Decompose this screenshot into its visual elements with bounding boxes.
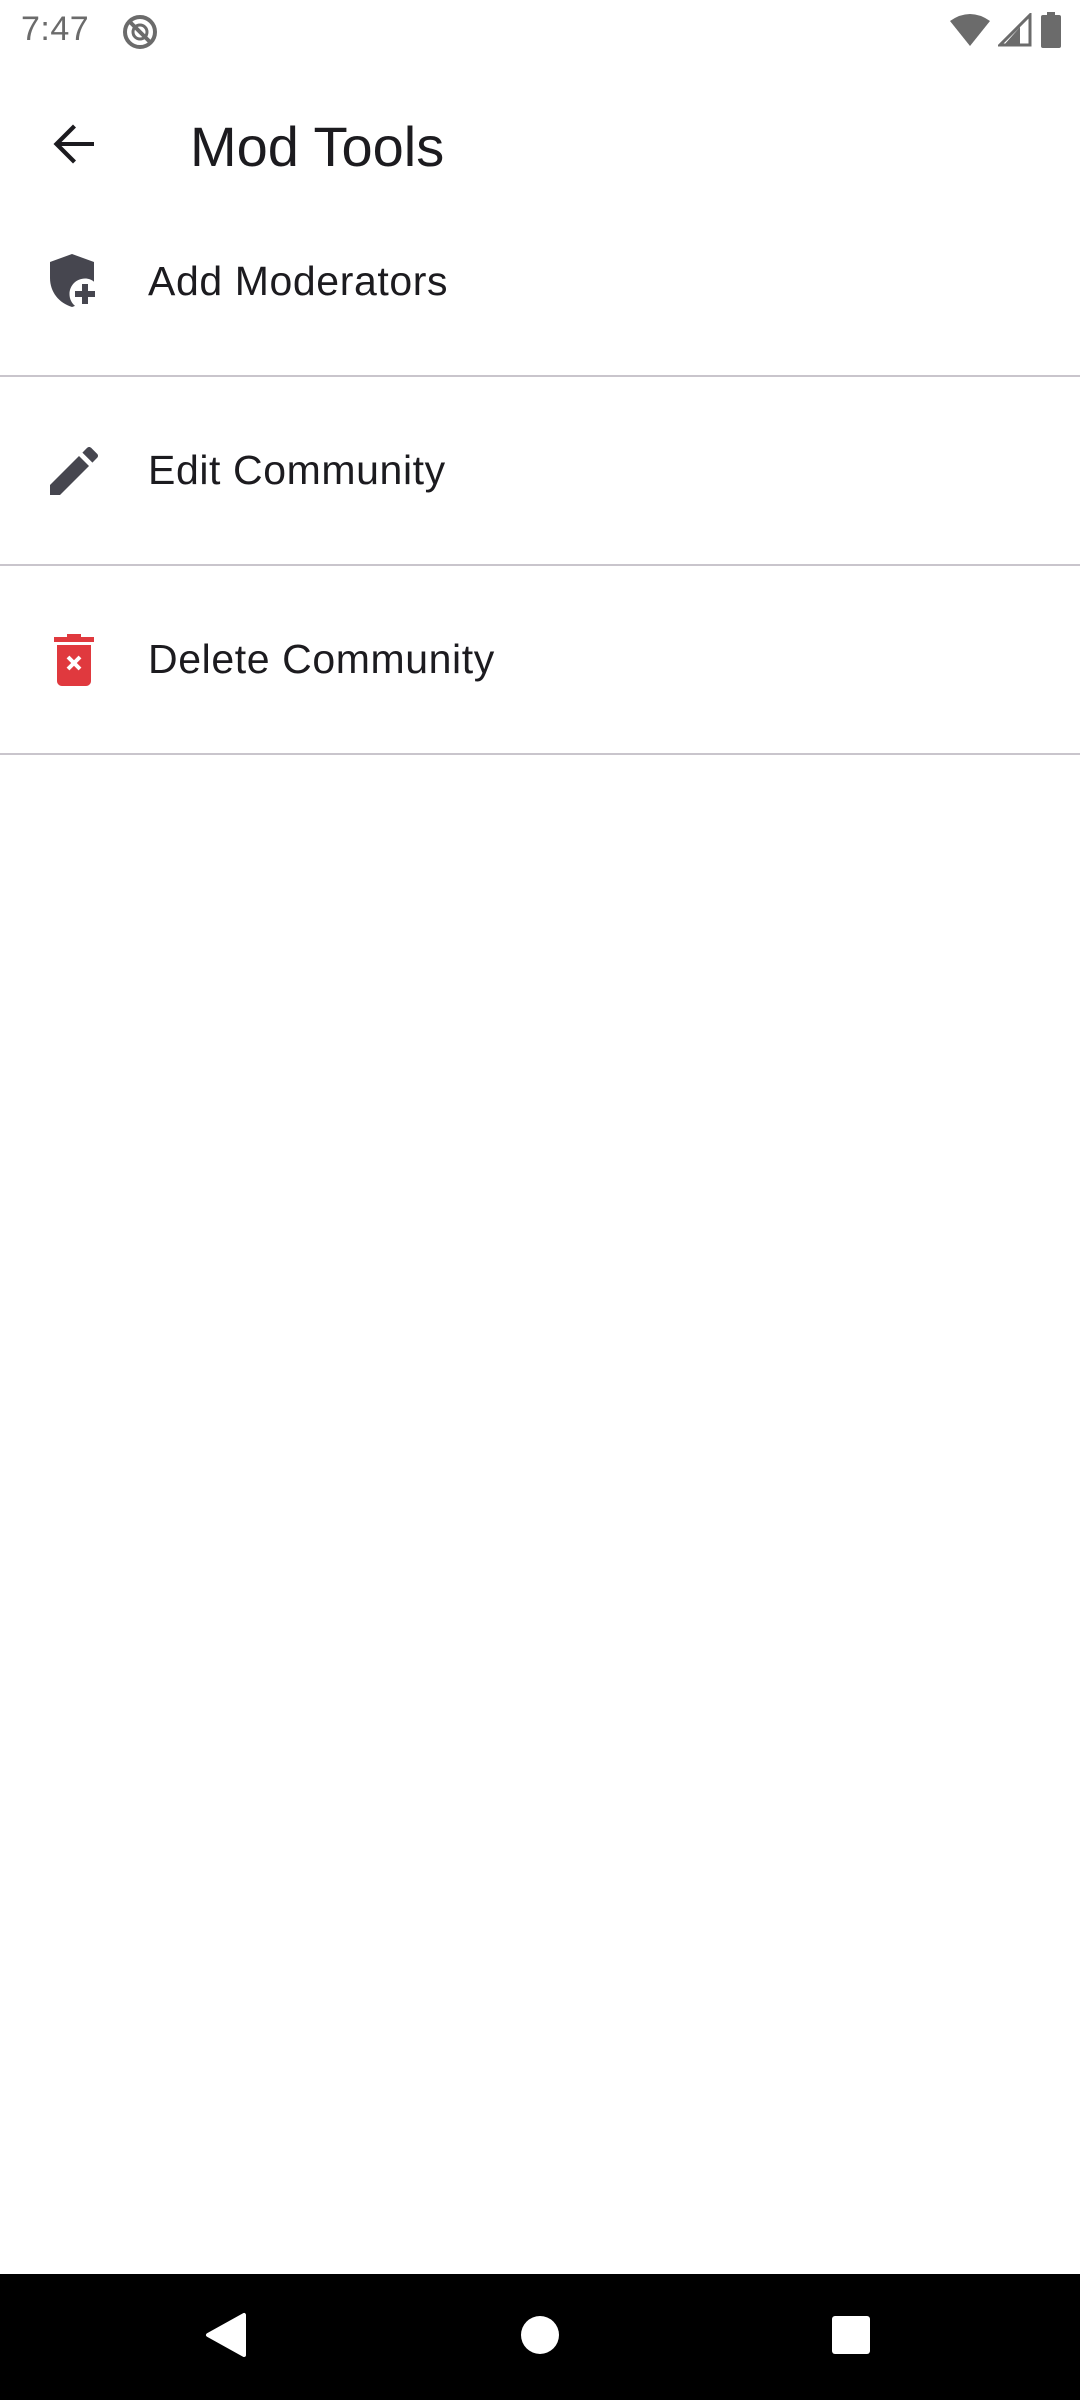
nav-back-button[interactable]	[186, 2297, 266, 2377]
arrow-back-icon	[50, 120, 98, 173]
trash-x-icon	[44, 630, 104, 690]
nav-recents-icon	[830, 2314, 872, 2361]
back-button[interactable]	[28, 100, 120, 192]
nav-back-icon	[204, 2311, 248, 2364]
tool-label-edit-community: Edit Community	[148, 447, 446, 493]
tool-label-delete-community: Delete Community	[148, 636, 495, 682]
nav-home-button[interactable]	[500, 2297, 580, 2377]
nav-home-icon	[519, 2314, 561, 2361]
status-bar: 7:47	[0, 0, 1080, 62]
system-nav-bar	[0, 2274, 1080, 2400]
delete-community-item[interactable]: Delete Community	[0, 566, 1080, 753]
cell-signal-icon	[996, 10, 1032, 52]
mod-tools-list: Add Moderators Edit Community Delete Com…	[0, 188, 1080, 755]
pencil-icon	[44, 441, 104, 501]
battery-icon	[1040, 11, 1062, 53]
status-icons	[950, 10, 1062, 53]
divider	[0, 753, 1080, 755]
tool-label-add-moderators: Add Moderators	[148, 258, 449, 304]
shield-add-icon	[44, 252, 104, 312]
do-not-disturb-icon	[120, 12, 160, 52]
wifi-icon	[950, 13, 990, 52]
edit-community-item[interactable]: Edit Community	[0, 377, 1080, 564]
nav-recents-button[interactable]	[811, 2297, 891, 2377]
add-moderators-item[interactable]: Add Moderators	[0, 188, 1080, 375]
page-title: Mod Tools	[190, 115, 445, 178]
status-time: 7:47	[21, 10, 90, 48]
